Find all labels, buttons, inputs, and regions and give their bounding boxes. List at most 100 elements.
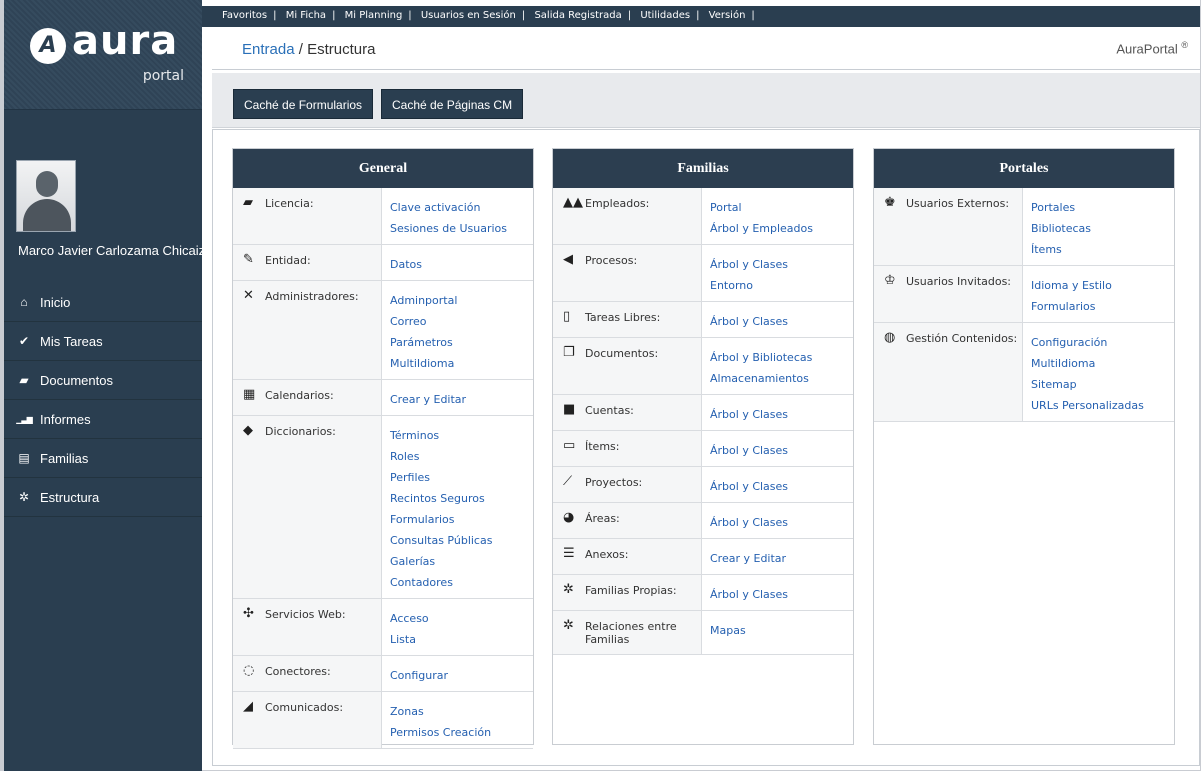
row-link[interactable]: Árbol y Clases	[710, 404, 853, 425]
pie-icon: ◕	[563, 510, 575, 525]
external-users-icon: ♚	[884, 195, 896, 210]
row-link[interactable]: Recintos Seguros	[390, 488, 533, 509]
topbar-usuarios-sesion[interactable]: Usuarios en Sesión	[421, 10, 516, 21]
structure-content: General ▰ Licencia: Clave activación Sesion…	[212, 129, 1200, 766]
row-link[interactable]: Ítems	[1031, 239, 1174, 260]
row-links-cell: Árbol y Clases	[701, 503, 853, 538]
row-links-cell: Árbol y Clases	[701, 302, 853, 337]
row-link[interactable]: Sesiones de Usuarios	[390, 218, 533, 239]
row-link[interactable]: Permisos Creación	[390, 722, 533, 743]
row-link[interactable]: Correo	[390, 311, 533, 332]
row-link[interactable]: Consultas Públicas	[390, 530, 533, 551]
row-link[interactable]: Árbol y Clases	[710, 584, 853, 605]
row-link[interactable]: Árbol y Clases	[710, 254, 853, 275]
sidebar-item-estructura[interactable]: ✲ Estructura	[4, 478, 202, 517]
account-icon: ■	[563, 402, 576, 417]
row-link[interactable]: Contadores	[390, 572, 533, 593]
row-label: Ítems:	[585, 440, 620, 453]
topbar-utilidades[interactable]: Utilidades	[640, 10, 690, 21]
topbar-favoritos[interactable]: Favoritos	[222, 10, 267, 21]
sidebar-item-familias[interactable]: ▤ Familias	[4, 439, 202, 478]
row-link[interactable]: Árbol y Empleados	[710, 218, 853, 239]
panel-row: ✎ Entidad: Datos	[233, 245, 533, 281]
row-link[interactable]: Crear y Editar	[710, 548, 853, 569]
gear-icon: ✲	[18, 490, 30, 504]
sidebar-item-inicio[interactable]: ⌂ Inicio	[4, 283, 202, 322]
avatar-head-icon	[36, 171, 58, 197]
row-link[interactable]: Datos	[390, 254, 533, 275]
row-link[interactable]: Acceso	[390, 608, 533, 629]
row-link[interactable]: Bibliotecas	[1031, 218, 1174, 239]
row-label-cell: ✲ Familias Propias:	[553, 575, 701, 610]
row-link[interactable]: Crear y Editar	[390, 389, 533, 410]
row-link[interactable]: Árbol y Clases	[710, 311, 853, 332]
row-link[interactable]: Sitemap	[1031, 374, 1174, 395]
arrows-icon: ✣	[243, 606, 254, 621]
sidebar-item-documentos[interactable]: ▰ Documentos	[4, 361, 202, 400]
breadcrumb-entrada[interactable]: Entrada	[242, 41, 295, 58]
topbar-version[interactable]: Versión	[709, 10, 746, 21]
bar-chart-icon: ▁▃▆	[16, 414, 32, 424]
row-link[interactable]: Portales	[1031, 197, 1174, 218]
panel-row: ▭ Ítems: Árbol y Clases	[553, 431, 853, 467]
row-links-cell: Adminportal Correo Parámetros MultiIdioma	[381, 281, 533, 379]
row-link[interactable]: Galerías	[390, 551, 533, 572]
row-link[interactable]: Roles	[390, 446, 533, 467]
row-link[interactable]: Árbol y Clases	[710, 512, 853, 533]
row-link[interactable]: Lista	[390, 629, 533, 650]
sidebar-item-label: Documentos	[40, 372, 113, 388]
aura-portal-logo: A aura portal	[4, 0, 202, 110]
row-link[interactable]: Configurar	[390, 665, 533, 686]
row-link[interactable]: Árbol y Clases	[710, 440, 853, 461]
row-links-cell: Mapas	[701, 611, 853, 654]
panel-rows: ♚ Usuarios Externos: Portales Bibliotecas Ít…	[874, 188, 1174, 422]
topbar-mi-planning[interactable]: Mi Planning	[345, 10, 403, 21]
cache-formularios-button[interactable]: Caché de Formularios	[233, 89, 374, 119]
row-label-cell: ✲ Relaciones entre Familias	[553, 611, 701, 654]
row-link[interactable]: Almacenamientos	[710, 368, 853, 389]
row-link[interactable]: Parámetros	[390, 332, 533, 353]
row-link[interactable]: Formularios	[390, 509, 533, 530]
sidebar-item-mis-tareas[interactable]: ✔ Mis Tareas	[4, 322, 202, 361]
book-icon: ◆	[243, 423, 253, 438]
logo-mark-icon: A	[30, 28, 66, 64]
row-label-cell: ◌ Conectores:	[233, 656, 381, 691]
relations-icon: ✲	[563, 618, 574, 633]
row-link[interactable]: MultiIdioma	[390, 353, 533, 374]
row-label: Anexos:	[585, 548, 629, 561]
row-link[interactable]: Entorno	[710, 275, 853, 296]
panel-rows: ▲▲ Empleados: Portal Árbol y Empleados ◀ Proc…	[553, 188, 853, 655]
row-label-cell: ◢ Comunicados:	[233, 692, 381, 748]
row-link[interactable]: Perfiles	[390, 467, 533, 488]
row-label: Administradores:	[265, 290, 359, 303]
sidebar-item-informes[interactable]: ▁▃▆ Informes	[4, 400, 202, 439]
row-links-cell: Portales Bibliotecas Ítems	[1022, 188, 1174, 265]
row-label-cell: ☰ Anexos:	[553, 539, 701, 574]
brand-label: AuraPortal ®	[1116, 40, 1188, 56]
row-label-cell: ▯ Tareas Libres:	[553, 302, 701, 337]
avatar[interactable]	[16, 160, 76, 232]
row-link[interactable]: Idioma y Estilo	[1031, 275, 1174, 296]
row-link[interactable]: Zonas	[390, 701, 533, 722]
row-link[interactable]: Mapas	[710, 620, 853, 641]
sidebar-item-label: Familias	[40, 450, 89, 466]
row-link[interactable]: Adminportal	[390, 290, 533, 311]
row-link[interactable]: MultiIdioma	[1031, 353, 1174, 374]
row-link[interactable]: Árbol y Bibliotecas	[710, 347, 853, 368]
row-label: Licencia:	[265, 197, 314, 210]
row-link[interactable]: Términos	[390, 425, 533, 446]
row-link[interactable]: Portal	[710, 197, 853, 218]
row-label-cell: ⟋ Proyectos:	[553, 467, 701, 502]
panel-row: ◀ Procesos: Árbol y Clases Entorno	[553, 245, 853, 302]
row-link[interactable]: Clave activación	[390, 197, 533, 218]
cache-paginas-cm-button[interactable]: Caché de Páginas CM	[381, 89, 524, 119]
topbar-salida-registrada[interactable]: Salida Registrada	[534, 10, 621, 21]
row-links-cell: Árbol y Clases	[701, 467, 853, 502]
topbar-mi-ficha[interactable]: Mi Ficha	[286, 10, 326, 21]
gear-icon: ✲	[563, 582, 574, 597]
row-link[interactable]: Configuración	[1031, 332, 1174, 353]
row-link[interactable]: Árbol y Clases	[710, 476, 853, 497]
row-link[interactable]: Formularios	[1031, 296, 1174, 317]
row-link[interactable]: URLs Personalizadas	[1031, 395, 1174, 416]
topbar-separator: |	[751, 10, 755, 21]
